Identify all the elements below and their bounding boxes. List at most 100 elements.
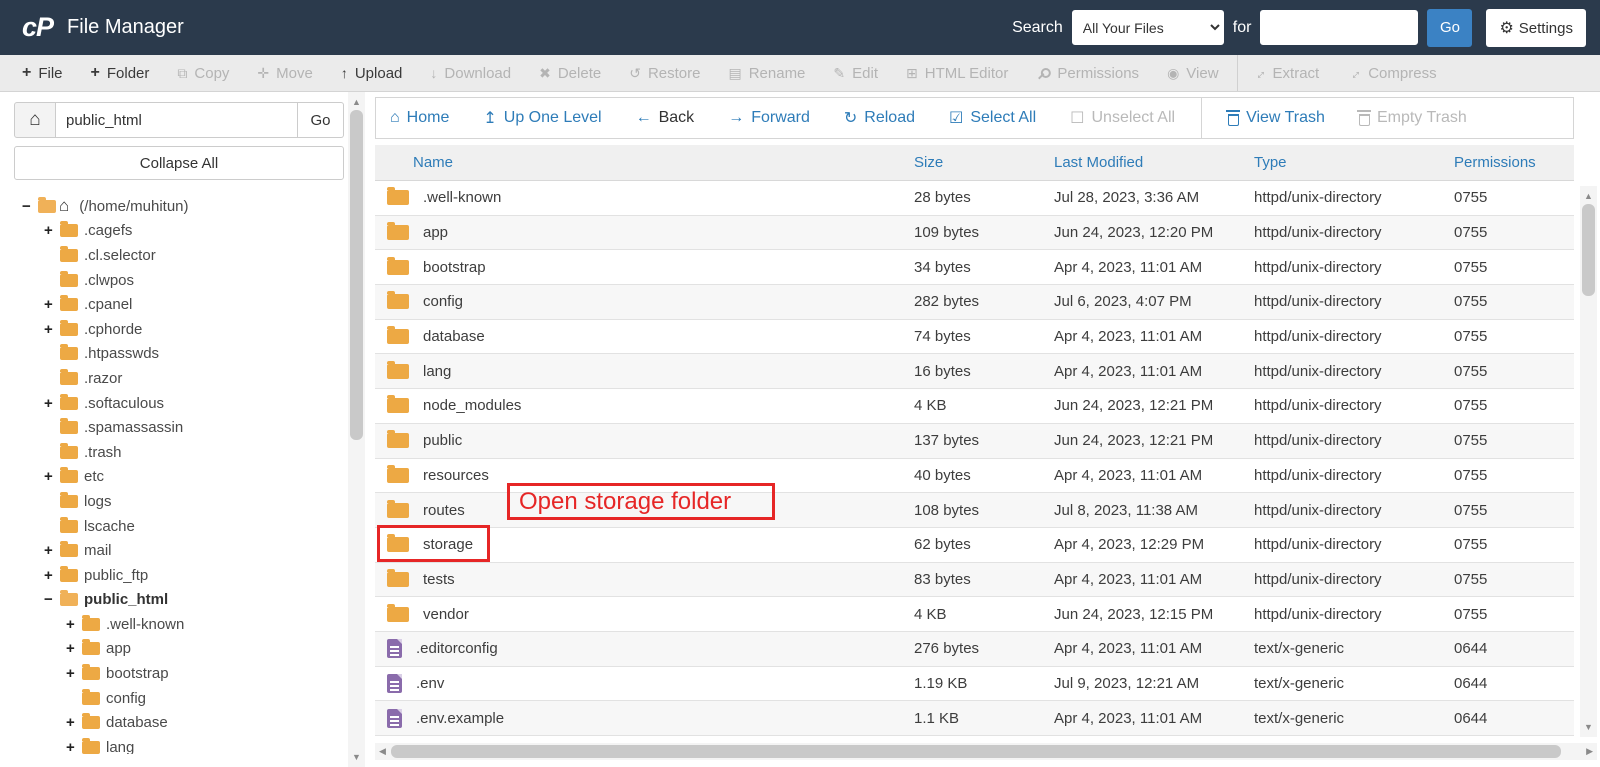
tree-expander[interactable]: − bbox=[44, 591, 60, 608]
tree-item[interactable]: + .cphorde bbox=[14, 317, 344, 342]
tree-item[interactable]: .htpasswds bbox=[14, 342, 344, 367]
toolbar-item[interactable]: ↑ Upload bbox=[327, 55, 417, 91]
tree-expander[interactable]: + bbox=[44, 567, 60, 584]
table-row[interactable]: .editorconfig 276 bytes Apr 4, 2023, 11:… bbox=[375, 631, 1574, 667]
toolbar-item[interactable]: ✖ Delete bbox=[525, 55, 615, 91]
tree-expander[interactable]: + bbox=[44, 321, 60, 338]
tree-item[interactable]: + database bbox=[14, 710, 344, 735]
tree-item[interactable]: .clwpos bbox=[14, 268, 344, 293]
table-row[interactable]: app 109 bytes Jun 24, 2023, 12:20 PM htt… bbox=[375, 215, 1574, 251]
table-row[interactable]: config 282 bytes Jul 6, 2023, 4:07 PM ht… bbox=[375, 285, 1574, 320]
column-header-type[interactable]: Type bbox=[1254, 154, 1454, 171]
sidebar-scrollbar[interactable]: ▲ ▼ bbox=[348, 92, 365, 767]
table-row[interactable]: lang 16 bytes Apr 4, 2023, 11:01 AM http… bbox=[375, 354, 1574, 390]
tree-expander[interactable]: + bbox=[44, 468, 60, 485]
tree-item[interactable]: .razor bbox=[14, 366, 344, 391]
table-row[interactable]: storage 62 bytes Apr 4, 2023, 12:29 PM h… bbox=[375, 528, 1574, 563]
tree-expander[interactable]: + bbox=[44, 296, 60, 313]
scroll-right-arrow-icon[interactable]: ▶ bbox=[1586, 743, 1593, 760]
tree-item[interactable]: + mail bbox=[14, 538, 344, 563]
collapse-all-button[interactable]: Collapse All bbox=[14, 146, 344, 180]
tree-expander[interactable]: + bbox=[66, 739, 82, 754]
toolbar-item[interactable]: + Folder bbox=[77, 55, 164, 91]
table-row[interactable]: vendor 4 KB Jun 24, 2023, 12:15 PM httpd… bbox=[375, 597, 1574, 632]
tree-item[interactable]: .spamassassin bbox=[14, 415, 344, 440]
toolbar-item[interactable]: ↔ Compress bbox=[1333, 55, 1450, 91]
sidebar-home-button[interactable]: ⌂ bbox=[14, 102, 56, 138]
tree-item[interactable]: .trash bbox=[14, 440, 344, 465]
table-row[interactable]: tests 83 bytes Apr 4, 2023, 11:01 AM htt… bbox=[375, 562, 1574, 598]
tree-expander[interactable]: + bbox=[44, 542, 60, 559]
tree-item[interactable]: + .cpanel bbox=[14, 292, 344, 317]
tree-expander[interactable]: + bbox=[66, 714, 82, 731]
toolbar-item[interactable]: ↔ Extract bbox=[1236, 55, 1334, 91]
table-row[interactable]: node_modules 4 KB Jun 24, 2023, 12:21 PM… bbox=[375, 389, 1574, 424]
column-header-name[interactable]: Name bbox=[375, 154, 914, 171]
tree-item[interactable]: logs bbox=[14, 489, 344, 514]
tree-item[interactable]: + .cagefs bbox=[14, 219, 344, 244]
tree-expander[interactable]: − bbox=[22, 198, 38, 215]
settings-button[interactable]: ⚙ Settings bbox=[1486, 8, 1586, 47]
search-go-button[interactable]: Go bbox=[1427, 8, 1473, 47]
table-horizontal-scrollbar[interactable]: ◀ ▶ bbox=[375, 743, 1597, 760]
table-scrollbar-thumb[interactable] bbox=[1582, 204, 1595, 296]
column-header-last-modified[interactable]: Last Modified bbox=[1054, 154, 1254, 171]
file-nav-item[interactable]: View Trash bbox=[1226, 109, 1325, 127]
tree-item[interactable]: + etc bbox=[14, 465, 344, 490]
scroll-left-arrow-icon[interactable]: ◀ bbox=[379, 743, 386, 760]
toolbar-item[interactable]: Permissions bbox=[1022, 55, 1153, 91]
tree-item[interactable]: + .softaculous bbox=[14, 391, 344, 416]
tree-item[interactable]: − public_html bbox=[14, 588, 344, 613]
scroll-up-arrow-icon[interactable]: ▲ bbox=[348, 94, 365, 110]
file-nav-item[interactable]: Empty Trash bbox=[1356, 109, 1467, 127]
table-row[interactable]: .well-known 28 bytes Jul 28, 2023, 3:36 … bbox=[375, 181, 1574, 216]
file-nav-item[interactable]: ⌂ Home bbox=[390, 109, 449, 127]
file-nav-item[interactable]: ☑ Select All bbox=[949, 108, 1036, 128]
tree-item[interactable]: .cl.selector bbox=[14, 243, 344, 268]
table-vertical-scrollbar[interactable]: ▲ ▼ bbox=[1580, 186, 1597, 737]
toolbar-item[interactable]: ✛ Move bbox=[243, 55, 326, 91]
toolbar-item[interactable]: ▤ Rename bbox=[714, 55, 819, 91]
tree-item[interactable]: − ⌂ (/home/muhitun) bbox=[14, 194, 344, 219]
tree-item[interactable]: + lang bbox=[14, 735, 344, 754]
path-go-button[interactable]: Go bbox=[298, 102, 344, 138]
toolbar-item[interactable]: ✎ Edit bbox=[819, 55, 892, 91]
sidebar-scrollbar-thumb[interactable] bbox=[350, 110, 363, 440]
scroll-up-arrow-icon[interactable]: ▲ bbox=[1580, 188, 1597, 204]
table-row[interactable]: .env 1.19 KB Jul 9, 2023, 12:21 AM text/… bbox=[375, 667, 1574, 702]
tree-item[interactable]: lscache bbox=[14, 514, 344, 539]
column-header-permissions[interactable]: Permissions bbox=[1454, 154, 1574, 171]
toolbar-item[interactable]: + File bbox=[8, 55, 77, 91]
file-nav-item[interactable]: ☐ Unselect All bbox=[1070, 108, 1175, 128]
tree-item[interactable]: + app bbox=[14, 637, 344, 662]
column-header-size[interactable]: Size bbox=[914, 154, 1054, 171]
path-input[interactable] bbox=[56, 102, 298, 138]
file-nav-item[interactable]: ↻ Reload bbox=[844, 108, 915, 128]
tree-item[interactable]: + .well-known bbox=[14, 612, 344, 637]
tree-item[interactable]: + public_ftp bbox=[14, 563, 344, 588]
tree-item[interactable]: + bootstrap bbox=[14, 661, 344, 686]
tree-expander[interactable]: + bbox=[44, 395, 60, 412]
tree-item[interactable]: config bbox=[14, 686, 344, 711]
table-row[interactable]: .env.example 1.1 KB Apr 4, 2023, 11:01 A… bbox=[375, 701, 1574, 736]
toolbar-item[interactable]: ↓ Download bbox=[416, 55, 525, 91]
scroll-down-arrow-icon[interactable]: ▼ bbox=[1580, 719, 1597, 735]
tree-expander[interactable]: + bbox=[44, 222, 60, 239]
file-nav-item[interactable]: ↥ Up One Level bbox=[483, 108, 601, 128]
search-input[interactable] bbox=[1260, 10, 1419, 45]
toolbar-item[interactable]: ↺ Restore bbox=[615, 55, 714, 91]
table-row[interactable]: database 74 bytes Apr 4, 2023, 11:01 AM … bbox=[375, 320, 1574, 355]
tree-expander[interactable]: + bbox=[66, 665, 82, 682]
toolbar-item[interactable]: ⧉ Copy bbox=[163, 55, 243, 91]
toolbar-item[interactable]: ◉ View bbox=[1153, 55, 1232, 91]
tree-expander[interactable]: + bbox=[66, 640, 82, 657]
tree-expander[interactable]: + bbox=[66, 616, 82, 633]
toolbar-item[interactable]: ⊞ HTML Editor bbox=[892, 55, 1022, 91]
table-row[interactable]: bootstrap 34 bytes Apr 4, 2023, 11:01 AM… bbox=[375, 250, 1574, 286]
horizontal-scrollbar-thumb[interactable] bbox=[391, 745, 1561, 758]
scroll-down-arrow-icon[interactable]: ▼ bbox=[348, 749, 365, 765]
file-nav-item[interactable]: ← Back bbox=[636, 109, 695, 127]
file-nav-item[interactable]: → Forward bbox=[728, 109, 810, 127]
table-row[interactable]: public 137 bytes Jun 24, 2023, 12:21 PM … bbox=[375, 423, 1574, 459]
search-scope-select[interactable]: All Your Files bbox=[1071, 10, 1224, 45]
